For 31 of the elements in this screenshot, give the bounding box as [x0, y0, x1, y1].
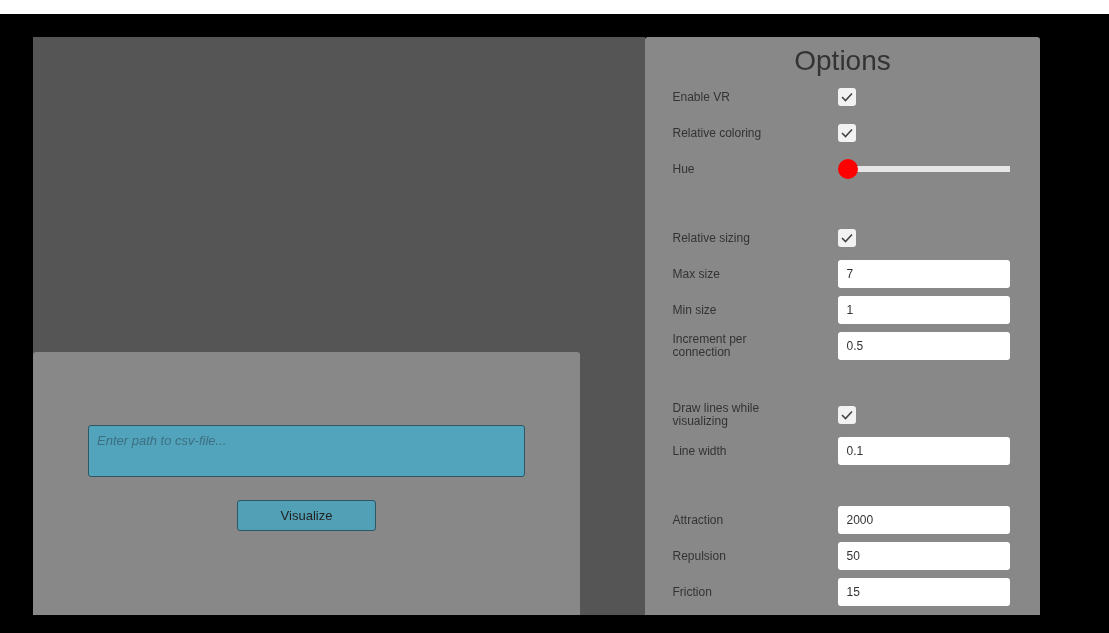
- checkmark-icon: [840, 233, 853, 243]
- checkmark-icon: [840, 92, 853, 102]
- number-field[interactable]: 7: [837, 260, 1010, 288]
- number-field[interactable]: 0.1: [837, 437, 1010, 465]
- option-label: Attraction: [672, 513, 725, 527]
- checkmark-icon: [840, 128, 853, 138]
- option-label: Friction: [672, 585, 713, 599]
- option-label: Repulsion: [672, 549, 727, 563]
- option-label: Relative coloring: [672, 126, 763, 140]
- option-label: Relative sizing: [672, 231, 751, 245]
- number-field[interactable]: 1: [837, 296, 1010, 324]
- options-title: Options: [794, 44, 891, 78]
- option-label: Draw lines while visualizing: [672, 402, 761, 428]
- option-label: Max size: [672, 267, 721, 281]
- number-field[interactable]: 50: [837, 542, 1010, 570]
- path-field[interactable]: Enter path to csv-file...: [88, 425, 525, 477]
- visualize-button[interactable]: Visualize: [237, 500, 376, 531]
- number-field[interactable]: 2000: [837, 506, 1010, 534]
- slider-thumb[interactable]: [837, 159, 858, 179]
- option-label: Hue: [672, 162, 696, 176]
- number-field[interactable]: 0.5: [837, 332, 1010, 360]
- checkbox[interactable]: [837, 88, 856, 106]
- checkbox[interactable]: [837, 124, 856, 142]
- option-label: Line width: [672, 444, 728, 458]
- option-label: Enable VR: [672, 90, 731, 104]
- option-label: Increment per connection: [672, 333, 748, 359]
- checkbox[interactable]: [837, 229, 856, 247]
- number-field[interactable]: 15: [837, 578, 1010, 606]
- checkbox[interactable]: [837, 406, 856, 424]
- checkmark-icon: [840, 410, 853, 420]
- option-label: Min size: [672, 303, 718, 317]
